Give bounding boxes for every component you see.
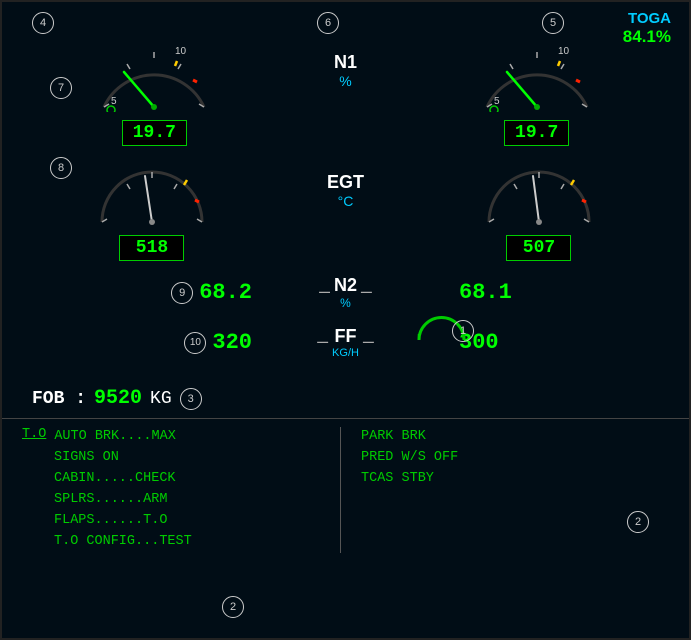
n1-unit: % — [339, 73, 351, 89]
circle-2-left: 2 — [222, 596, 244, 618]
checklist-right: PARK BRK PRED W/S OFF TCAS STBY 2 — [341, 427, 669, 553]
n2-label: N2 — [334, 275, 357, 296]
circle-2-right: 2 — [627, 511, 649, 533]
checklist-header: T.O — [22, 427, 46, 448]
checklist-right-item-2: TCAS STBY — [361, 469, 669, 490]
svg-text:10: 10 — [175, 46, 187, 57]
fob-row: FOB : 9520 KG 3 — [2, 381, 689, 416]
n2-row: 9 68.2 — N2 % — 68.1 — [2, 265, 689, 320]
checklist-item-4: FLAPS......T.O — [22, 511, 330, 532]
n1-left-arc: 5 10 — [89, 32, 219, 112]
egt-right-gauge: 507 — [474, 162, 604, 261]
n1-left-gauge: 7 5 10 — [89, 32, 219, 146]
ff-left-value: 320 — [212, 330, 252, 355]
n1-left-value: 19.7 — [122, 120, 187, 146]
checklist-item-2: CABIN.....CHECK — [22, 469, 330, 490]
egt-left-arc — [87, 162, 217, 227]
ff-row: 10 320 — FF KG/H — 300 — [2, 322, 689, 363]
egt-gauges-row: 518 EGT °C — [2, 152, 689, 261]
ff-unit: KG/H — [332, 347, 359, 359]
egt-right-value: 507 — [506, 235, 571, 261]
n2-unit: % — [334, 296, 357, 310]
n1-label: N1 — [334, 52, 357, 73]
egt-label: EGT — [327, 172, 364, 193]
fob-value: 9520 — [94, 387, 142, 410]
egt-right-arc — [474, 162, 604, 227]
toga-label: TOGA — [623, 10, 671, 27]
toga-value: 84.1% — [623, 27, 671, 47]
n1-right-value: 19.7 — [504, 120, 569, 146]
circle-1: 1 — [452, 320, 474, 342]
eicas-panel: TOGA 84.1% 4 6 5 7 — [0, 0, 691, 640]
n2-right-value: 68.1 — [459, 280, 512, 305]
egt-left-gauge: 518 — [87, 162, 217, 261]
n2-left-value: 68.2 — [199, 280, 252, 305]
egt-unit: °C — [338, 193, 354, 209]
checklist-left: T.O AUTO BRK....MAX SIGNS ON CABIN.....C… — [22, 427, 341, 553]
fob-unit: KG — [150, 389, 172, 409]
checklist-item-5: T.O CONFIG...TEST — [22, 532, 330, 553]
fob-label: FOB : — [32, 389, 86, 409]
n1-right-arc: 5 10 — [472, 32, 602, 112]
checklist-item-3: SPLRS......ARM — [22, 490, 330, 511]
bottom-area: T.O AUTO BRK....MAX SIGNS ON CABIN.....C… — [2, 421, 689, 559]
checklist-item-1: SIGNS ON — [22, 448, 330, 469]
circle-7: 7 — [50, 77, 72, 99]
n1-right-gauge: 5 10 19.7 — [472, 32, 602, 146]
ff-label: FF — [332, 326, 359, 347]
circle-10: 10 — [184, 332, 206, 354]
checklist-item-0: AUTO BRK....MAX — [54, 427, 176, 448]
divider — [2, 418, 689, 419]
n1-gauges-row: 7 5 10 — [2, 22, 689, 146]
circle-3: 3 — [180, 388, 202, 410]
checklist-right-item-1: PRED W/S OFF — [361, 448, 669, 469]
egt-left-value: 518 — [119, 235, 184, 261]
checklist-right-item-0: PARK BRK — [361, 427, 669, 448]
svg-text:10: 10 — [558, 46, 570, 57]
circle-9: 9 — [171, 282, 193, 304]
